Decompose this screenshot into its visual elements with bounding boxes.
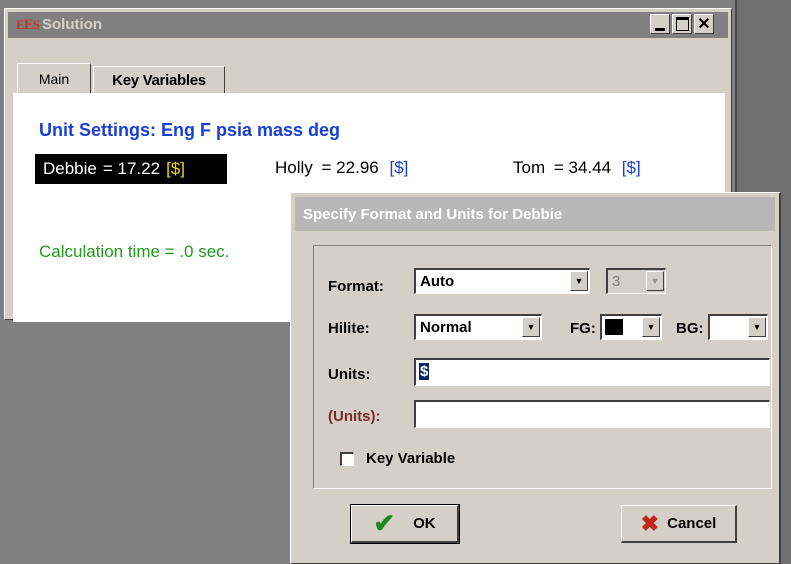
maximize-button[interactable] [672,14,692,34]
format-label: Format: [328,278,384,295]
variable-value: = 22.96 [321,158,379,177]
unit-settings-text: Unit Settings: Eng F psia mass deg [39,120,341,140]
format-select-value: Auto [420,273,455,290]
units-field[interactable]: $ [414,358,770,386]
cancel-x-icon: ✖ [640,510,660,536]
tab-key-variables-label: Key Variables [112,71,206,89]
units-label: Units: [328,366,371,383]
variable-units-link[interactable]: [$] [166,159,185,179]
variable-name: Debbie [43,159,97,178]
digits-select-value: 3 [612,273,621,290]
solution-titlebar[interactable]: EES Solution ✕ [8,12,728,38]
key-variable-label[interactable]: Key Variable [366,450,455,467]
variable-name: Tom [513,158,546,177]
chevron-down-icon[interactable]: ▼ [748,317,766,337]
alt-units-label: (Units): [328,408,381,425]
variable-tom[interactable]: Tom = 34.44 [$] [513,158,641,178]
chevron-down-icon[interactable]: ▼ [570,271,588,291]
fg-color-select[interactable]: ▼ [600,314,662,340]
variable-debbie[interactable]: Debbie = 17.22 [$] [35,154,227,184]
dialog-titlebar[interactable]: Specify Format and Units for Debbie [295,197,775,231]
format-select[interactable]: Auto ▼ [414,268,590,294]
tab-main-label: Main [38,70,70,87]
bg-color-select[interactable]: ▼ [708,314,768,340]
dialog-settings-panel: Format: Auto ▼ 3 ▼ Hilite: Normal ▼ FG: … [313,245,772,489]
bg-label: BG: [676,320,704,337]
minimize-button[interactable] [650,14,670,34]
chevron-down-icon: ▼ [646,271,664,291]
alt-units-field[interactable] [414,400,770,428]
cancel-button-label: Cancel [667,515,717,532]
fg-label: FG: [570,320,596,337]
tab-main[interactable]: Main [17,63,91,93]
bg-color-swatch [713,319,731,335]
ees-app-icon: EES [16,17,40,33]
variable-holly[interactable]: Holly = 22.96 [$] [275,158,408,178]
variable-units-link[interactable]: [$] [622,158,641,177]
variable-value: = 34.44 [553,158,612,177]
cancel-button[interactable]: ✖ Cancel [621,505,737,543]
close-button[interactable]: ✕ [694,14,714,34]
chevron-down-icon[interactable]: ▼ [642,317,660,337]
digits-select: 3 ▼ [606,268,666,294]
variable-name: Holly [275,158,313,177]
dialog-title: Specify Format and Units for Debbie [303,205,563,223]
fg-color-swatch [605,319,623,335]
minimize-icon [655,27,665,31]
hilite-select-value: Normal [420,319,472,336]
close-icon: ✕ [697,16,711,33]
hilite-label: Hilite: [328,320,370,337]
variable-units-link[interactable]: [$] [389,158,408,177]
hilite-select[interactable]: Normal ▼ [414,314,542,340]
ok-button-label: OK [413,515,436,532]
units-field-value: $ [419,363,430,380]
checkmark-icon: ✔ [373,508,396,538]
tab-key-variables[interactable]: Key Variables [93,66,225,93]
window-title: Solution [42,16,102,33]
key-variable-checkbox[interactable] [340,452,354,466]
chevron-down-icon[interactable]: ▼ [522,317,540,337]
format-units-dialog: Specify Format and Units for Debbie Form… [290,192,781,564]
maximize-icon [675,17,689,31]
variable-value: = 17.22 [102,159,161,178]
calculation-time-text: Calculation time = .0 sec. [39,242,230,261]
ok-button[interactable]: ✔ OK [350,504,460,544]
